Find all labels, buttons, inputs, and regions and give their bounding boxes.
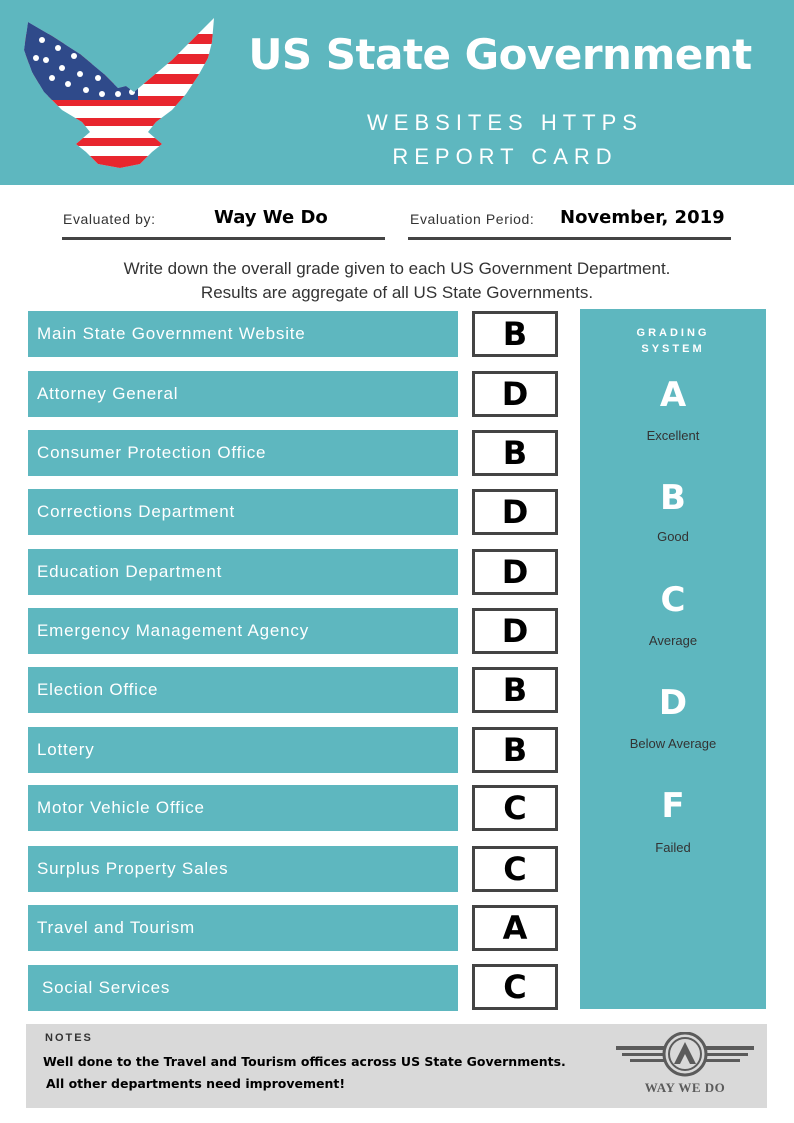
evaluated-by-underline <box>62 237 385 240</box>
grade-box: B <box>472 667 558 713</box>
legend-letter-f: F <box>661 786 685 826</box>
evaluation-period-underline <box>408 237 731 240</box>
department-row: Consumer Protection Office <box>28 430 458 476</box>
grade-box: C <box>472 785 558 831</box>
evaluated-by-value: Way We Do <box>214 207 328 228</box>
page-title: US State Government <box>248 30 752 79</box>
legend-desc-d: Below Average <box>629 736 717 751</box>
grade-box: C <box>472 846 558 892</box>
legend-desc-a: Excellent <box>646 428 700 443</box>
grade-box: A <box>472 905 558 951</box>
grade-box: C <box>472 964 558 1010</box>
legend-letter-a: A <box>659 375 687 415</box>
legend-desc-c: Average <box>648 633 698 648</box>
evaluated-by-label: Evaluated by: <box>63 211 156 227</box>
notes-title: NOTES <box>45 1032 93 1044</box>
subtitle-line-2: REPORT CARD <box>392 144 618 169</box>
grade-box: D <box>472 371 558 417</box>
legend-letter-b: B <box>660 478 686 518</box>
evaluation-period-label: Evaluation Period: <box>410 211 535 227</box>
grading-title-line-1: GRADING <box>636 327 710 339</box>
grading-system-title: GRADING SYSTEM <box>580 325 766 357</box>
grade-box: B <box>472 727 558 773</box>
winged-w-logo-icon: WAY WE DO <box>614 1031 756 1098</box>
evaluation-period-value: November, 2019 <box>560 207 725 228</box>
legend-desc-b: Good <box>657 529 689 544</box>
department-row: Attorney General <box>28 371 458 417</box>
instructions-line-2: Results are aggregate of all US State Go… <box>200 283 594 302</box>
department-row: Election Office <box>28 667 458 713</box>
grading-title-line-2: SYSTEM <box>641 343 705 355</box>
legend-desc-f: Failed <box>655 840 691 855</box>
department-row: Education Department <box>28 549 458 595</box>
grading-system-panel: GRADING SYSTEM A Excellent B Good C Aver… <box>580 309 766 1009</box>
grade-box: B <box>472 311 558 357</box>
notes-line-2: All other departments need improvement! <box>46 1076 346 1091</box>
department-row: Motor Vehicle Office <box>28 785 458 831</box>
legend-letter-c: C <box>660 580 686 620</box>
department-row: Surplus Property Sales <box>28 846 458 892</box>
eagle-flag-icon <box>24 18 214 168</box>
grade-box: B <box>472 430 558 476</box>
department-row: Corrections Department <box>28 489 458 535</box>
notes-section: NOTES Well done to the Travel and Touris… <box>26 1024 767 1108</box>
instructions-line-1: Write down the overall grade given to ea… <box>123 259 671 278</box>
instructions: Write down the overall grade given to ea… <box>40 257 754 305</box>
department-row: Emergency Management Agency <box>28 608 458 654</box>
notes-line-1: Well done to the Travel and Tourism offi… <box>43 1054 566 1069</box>
department-row: Lottery <box>28 727 458 773</box>
department-row: Social Services <box>28 965 458 1011</box>
legend-letter-d: D <box>658 683 688 723</box>
page-subtitle: WEBSITES HTTPS REPORT CARD <box>290 106 720 174</box>
department-row: Travel and Tourism <box>28 905 458 951</box>
grade-box: D <box>472 608 558 654</box>
brand-logo-text: WAY WE DO <box>644 1080 726 1095</box>
department-row: Main State Government Website <box>28 311 458 357</box>
subtitle-line-1: WEBSITES HTTPS <box>367 110 643 135</box>
grade-box: D <box>472 549 558 595</box>
grade-box: D <box>472 489 558 535</box>
header-banner: US State Government WEBSITES HTTPS REPOR… <box>0 0 794 185</box>
